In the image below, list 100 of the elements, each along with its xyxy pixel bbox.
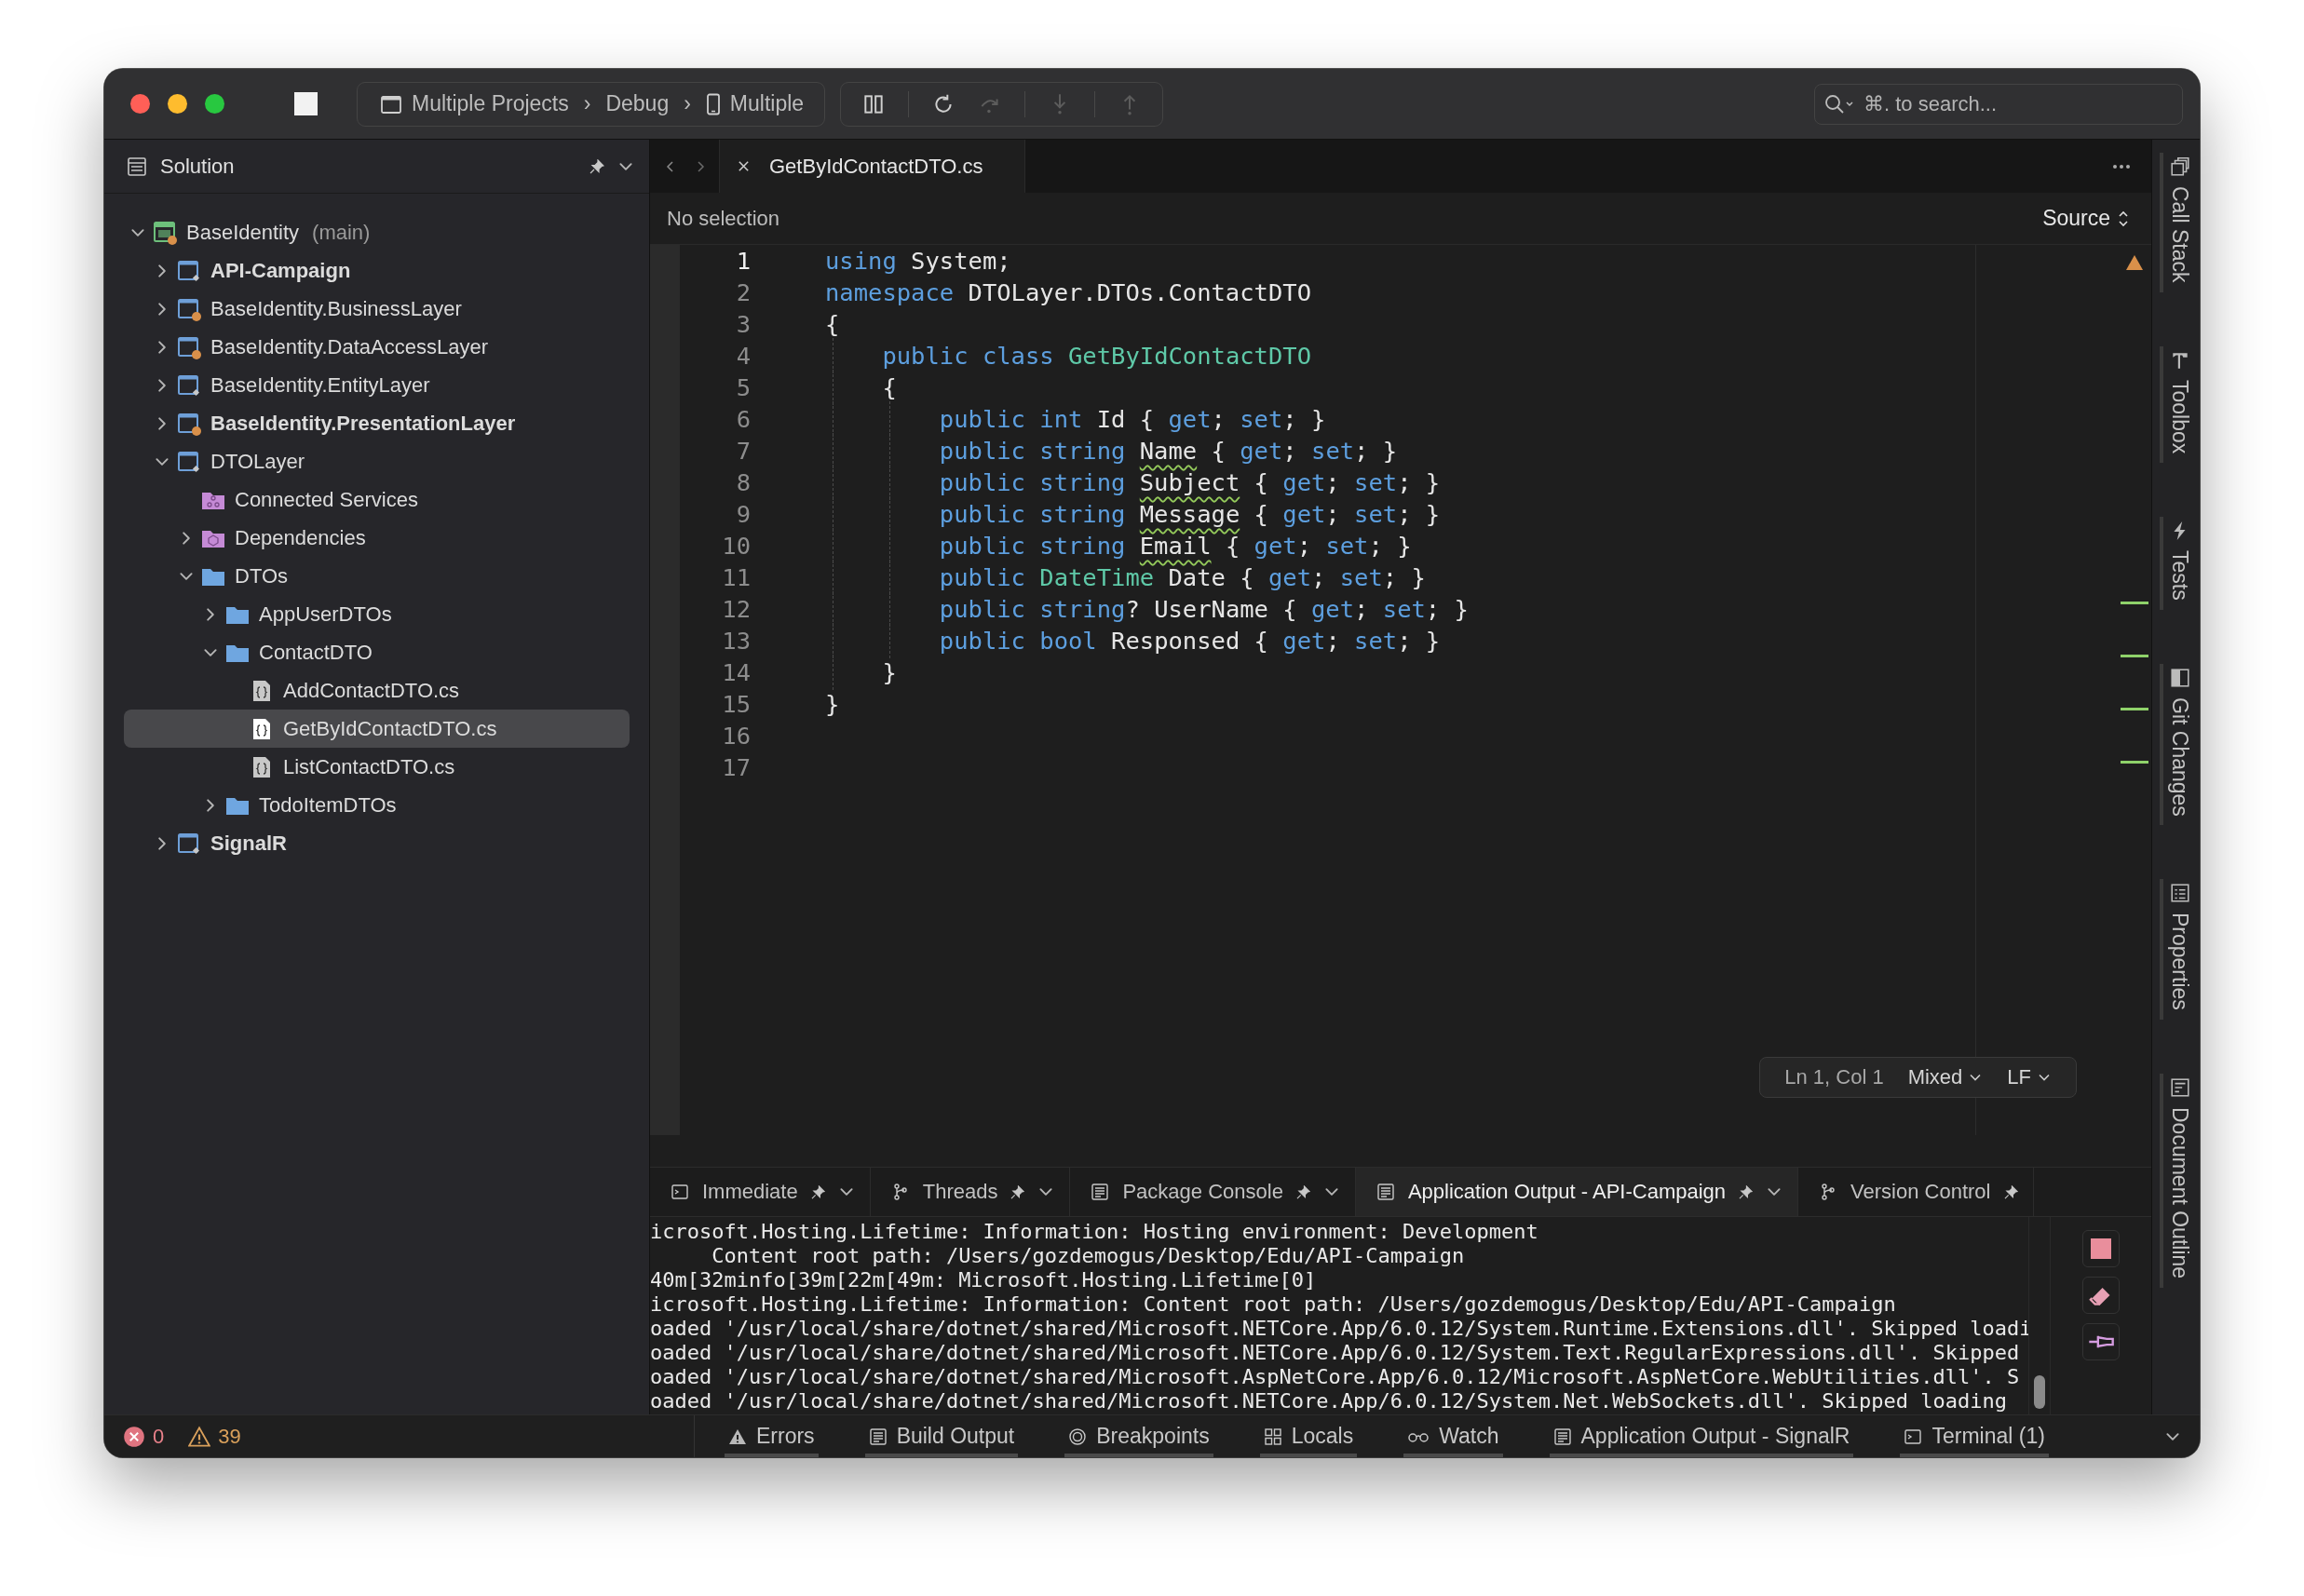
outline-icon <box>2169 1077 2190 1099</box>
side-pad-tab[interactable]: Document Outline <box>2160 1074 2192 1289</box>
tree-item[interactable]: API-Campaign <box>124 251 630 290</box>
tree-item[interactable]: Connected Services <box>124 480 630 519</box>
line-number: 14 <box>721 658 751 686</box>
line-ending-dropdown[interactable]: LF <box>2007 1065 2052 1089</box>
document-icon <box>1376 1183 1395 1201</box>
tree-item[interactable]: BaseIdentity.PresentationLayer <box>124 404 630 442</box>
line-number: 15 <box>721 690 751 718</box>
pad-tab[interactable]: Threads <box>870 1168 1071 1216</box>
pad-button[interactable]: Build Output <box>864 1415 1019 1457</box>
line-number: 2 <box>735 278 751 306</box>
line-number: 9 <box>735 500 751 528</box>
pad-button[interactable]: Terminal (1) <box>1900 1415 2049 1457</box>
cursor-position[interactable]: Ln 1, Col 1 <box>1784 1065 1884 1089</box>
minimize-button[interactable] <box>168 94 187 114</box>
editor-tab[interactable]: GetByIdContactDTO.cs <box>719 140 1026 193</box>
tree-item[interactable]: DTOs <box>124 557 630 595</box>
tree-item[interactable]: BaseIdentity (main) <box>124 213 630 251</box>
pad-tab[interactable]: Immediate <box>650 1168 871 1216</box>
tree-item[interactable]: AddContactDTO.cs <box>124 671 630 710</box>
stack-icon <box>2169 156 2190 177</box>
code-line: } <box>825 690 840 718</box>
side-pad-tab[interactable]: Toolbox <box>2160 345 2192 463</box>
target-icon <box>1068 1427 1088 1446</box>
tree-item[interactable]: GetByIdContactDTO.cs <box>124 710 630 748</box>
solution-icon <box>152 219 178 246</box>
code-line: namespace DTOLayer.DTOs.ContactDTO <box>825 278 1311 306</box>
pad-button[interactable]: Errors <box>725 1415 819 1457</box>
list-icon <box>2169 883 2190 904</box>
pad-button[interactable]: Locals <box>1259 1415 1358 1457</box>
line-number: 8 <box>735 468 751 496</box>
change-marker <box>2121 602 2148 604</box>
line-number: 10 <box>721 532 751 560</box>
side-pad-tab[interactable]: Properties <box>2160 879 2192 1021</box>
pad-button[interactable]: Breakpoints <box>1064 1415 1213 1457</box>
breadcrumb-separator: › <box>684 91 691 116</box>
indentation-dropdown[interactable]: Mixed <box>1907 1065 1984 1089</box>
terminal-icon <box>1904 1427 1923 1446</box>
line-number: 12 <box>721 595 751 623</box>
breadcrumb-item[interactable]: Multiple Projects <box>380 91 569 116</box>
change-marker <box>2121 708 2148 710</box>
document-icon <box>1091 1183 1110 1201</box>
tree-item[interactable]: AppUserDTOs <box>124 595 630 633</box>
pin-icon[interactable] <box>2082 1323 2120 1360</box>
search-icon[interactable] <box>1823 92 1855 115</box>
tree-item[interactable]: BaseIdentity.DataAccessLayer <box>124 328 630 366</box>
panel-icon <box>2169 667 2190 688</box>
terminal-icon <box>671 1183 689 1201</box>
line-number: 4 <box>735 342 751 370</box>
pad-button[interactable]: Application Output - SignalR <box>1549 1415 1854 1457</box>
side-pad-tab[interactable]: Tests <box>2160 516 2192 610</box>
panel-icon <box>127 156 147 177</box>
output-log: icrosoft.Hosting.Lifetime: Information: Hosting environment: Development Content root path: /Users/gozdemogus/Desktop/Edu/API-Campaign 40m[32minfo[39m[22m[49m: Microsoft.Hosting.Lifetime[0] icrosoft.Hosting.Lifetime: Information: Content root path: /Users/gozdemogus/Desktop/Edu/API-Campaign oaded '/usr/local/share/dotnet/shared/Microsoft.NETCore.App/6.0.12/System.Runtime.Extensions.dll'. Skipped loadi oaded '/usr/local/share/dotnet/shared/Microsoft.NETCore.App/6.0.12/System.Text.RegularExpressions.dll'. Skipped oaded '/usr/local/share/dotnet/shared/Microsoft.AspNetCore.App/6.0.12/Microsoft.AspNetCore.WebUtilities.dll'. S oaded '/usr/local/share/dotnet/shared/Microsoft.NETCore.App/6.0.12/System.Net.WebSockets.dll'. Skipped loading <box>650 1219 2028 1414</box>
change-marker <box>2121 655 2148 657</box>
document-icon <box>1552 1427 1572 1446</box>
tree-item[interactable]: ContactDTO <box>124 633 630 671</box>
tree-item[interactable]: SignalR <box>124 824 630 862</box>
search-field[interactable]: ⌘. to search... <box>1814 83 2183 125</box>
warning-count: 39 <box>218 1424 241 1449</box>
warning-icon[interactable] <box>188 1425 211 1448</box>
warning-icon[interactable] <box>2125 254 2144 271</box>
error-icon[interactable] <box>123 1425 145 1448</box>
selection-label: No selection <box>667 206 780 231</box>
line-number: 11 <box>721 563 751 591</box>
tree-item[interactable]: DTOLayer <box>124 442 630 480</box>
side-pad-tab[interactable]: Git Changes <box>2160 663 2192 826</box>
pad-button[interactable]: Watch <box>1403 1415 1503 1457</box>
line-number: 6 <box>735 405 751 433</box>
side-pad-tab[interactable]: Call Stack <box>2160 153 2192 292</box>
eraser-icon[interactable] <box>2082 1277 2120 1314</box>
panel-title: Solution <box>160 154 235 179</box>
breadcrumb-item[interactable]: Multiple <box>705 91 805 116</box>
breadcrumb-item[interactable]: Debug <box>605 91 670 116</box>
tree-item[interactable]: Dependencies <box>124 519 630 557</box>
view-mode-dropdown[interactable]: Source <box>2042 206 2129 231</box>
line-number: 5 <box>735 373 751 401</box>
zoom-button[interactable] <box>205 94 224 114</box>
stop-button[interactable] <box>2082 1230 2120 1267</box>
line-number: 1 <box>735 247 751 275</box>
change-marker <box>2121 761 2148 764</box>
tree-item[interactable]: TodoItemDTOs <box>124 786 630 824</box>
error-count: 0 <box>153 1424 165 1449</box>
pad-tab[interactable]: Application Output - API-Campaign <box>1355 1168 1799 1216</box>
pad-tab[interactable]: Package Console <box>1070 1168 1356 1216</box>
line-number: 3 <box>735 310 751 338</box>
line-number: 7 <box>735 437 751 465</box>
tree-item[interactable]: ListContactDTO.cs <box>124 748 630 786</box>
code-line: using System; <box>825 247 1011 275</box>
tree-item[interactable]: BaseIdentity.EntityLayer <box>124 366 630 404</box>
pad-tab[interactable]: Version Control <box>1798 1168 2034 1216</box>
code-line: { <box>825 310 840 338</box>
line-number: 16 <box>721 722 751 750</box>
close-button[interactable] <box>130 94 150 114</box>
tree-item[interactable]: BaseIdentity.BusinessLayer <box>124 290 630 328</box>
line-number: 17 <box>721 753 751 781</box>
more-icon[interactable] <box>2112 163 2131 169</box>
close-icon[interactable] <box>737 159 751 173</box>
phone-icon <box>705 92 721 115</box>
document-icon <box>868 1427 888 1446</box>
